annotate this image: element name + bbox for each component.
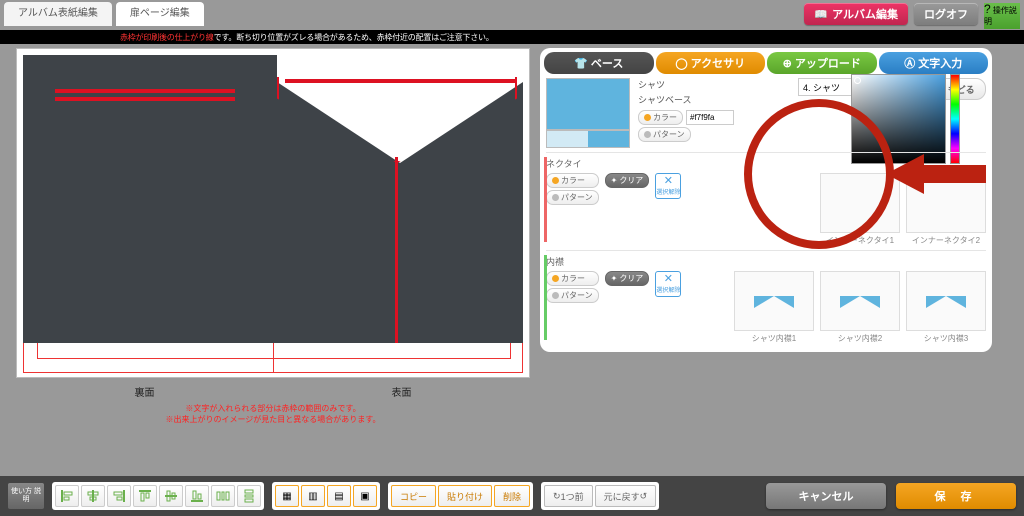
color-picker-hue[interactable] <box>950 74 960 164</box>
layer-tool-group: ▦ ▥ ▤ ▣ <box>272 482 380 510</box>
undo-icon: ↻ <box>553 491 561 502</box>
label-front: 表面 <box>273 384 530 399</box>
collar-pattern-button[interactable]: パターン <box>546 288 599 303</box>
book-icon: 📖 <box>814 8 828 21</box>
collar-deselect[interactable]: ✕選択解除 <box>655 271 681 297</box>
swatch-split[interactable] <box>546 130 630 148</box>
side-panel: 👕ベース ◯アクセサリ ⊕アップロード Ⓐ文字入力 シャツ シ <box>540 48 992 352</box>
redo-button[interactable]: 元に戻す ↺ <box>595 485 657 507</box>
necktie-deselect[interactable]: ✕選択解除 <box>655 173 681 199</box>
picker-cursor[interactable] <box>854 77 861 84</box>
text-icon: Ⓐ <box>904 55 915 71</box>
usage-help-button[interactable]: 使い方 説明 <box>8 483 44 509</box>
color-button[interactable]: カラー <box>638 110 683 125</box>
necktie-thumb-1[interactable] <box>820 173 900 233</box>
tab-base[interactable]: 👕ベース <box>544 52 654 74</box>
tab-cover-edit[interactable]: アルバム表紙編集 <box>4 2 112 26</box>
send-back[interactable]: ▣ <box>353 485 377 507</box>
align-center-h[interactable] <box>81 485 105 507</box>
distribute-v[interactable] <box>237 485 261 507</box>
label-shirt: シャツ <box>638 78 734 91</box>
align-top[interactable] <box>133 485 157 507</box>
collar-thumb-2[interactable] <box>820 271 900 331</box>
circle-icon: ◯ <box>675 57 687 70</box>
front-seam <box>395 157 398 343</box>
edit-tool-group: コピー 貼り付け 削除 <box>388 482 533 510</box>
align-bottom[interactable] <box>185 485 209 507</box>
necktie-clear-button[interactable]: ✦クリア <box>605 173 650 188</box>
collar-thumb-1[interactable] <box>734 271 814 331</box>
hex-input[interactable] <box>686 110 734 125</box>
send-backward[interactable]: ▤ <box>327 485 351 507</box>
label-back: 裏面 <box>16 384 273 399</box>
tab-text[interactable]: Ⓐ文字入力 <box>879 52 989 74</box>
collar-stripe-back-1 <box>55 89 235 93</box>
shirt-icon: 👕 <box>574 57 588 70</box>
bottom-toolbar: 使い方 説明 ▦ ▥ ▤ ▣ コピー 貼り付け 削除 ↻ 1つ前 元に戻す ↺ … <box>0 476 1024 516</box>
tab-door-edit[interactable]: 扉ページ編集 <box>116 2 204 26</box>
collar-stripe-back-2 <box>55 97 235 101</box>
bring-forward[interactable]: ▥ <box>301 485 325 507</box>
paste-button[interactable]: 貼り付け <box>438 485 492 507</box>
warn-1: ※文字が入れられる部分は赤枠の範囲のみです。 <box>16 403 530 414</box>
align-middle-v[interactable] <box>159 485 183 507</box>
distribute-h[interactable] <box>211 485 235 507</box>
swatch-main[interactable] <box>546 78 630 130</box>
pattern-button[interactable]: パターン <box>638 127 691 142</box>
history-tool-group: ↻ 1つ前 元に戻す ↺ <box>541 482 659 510</box>
section-title-necktie: ネクタイ <box>546 157 986 170</box>
collar-clear-button[interactable]: ✦クリア <box>605 271 650 286</box>
copy-button[interactable]: コピー <box>391 485 436 507</box>
align-left[interactable] <box>55 485 79 507</box>
align-tool-group <box>52 482 264 510</box>
upload-icon: ⊕ <box>783 57 792 70</box>
notice-bar: 赤枠が印刷後の仕上がり線 です。断ち切り位置がズレる場合があるため、赤枠付近の配… <box>0 30 1024 44</box>
tab-upload[interactable]: ⊕アップロード <box>767 52 877 74</box>
section-title-collar: 内襟 <box>546 255 986 268</box>
align-right[interactable] <box>107 485 131 507</box>
redo-icon: ↺ <box>640 491 648 502</box>
necktie-thumb-2[interactable] <box>906 173 986 233</box>
color-picker-sv[interactable] <box>851 74 946 164</box>
collar-color-button[interactable]: カラー <box>546 271 599 286</box>
close-icon: ✕ <box>664 176 673 187</box>
sparkle-icon: ✦ <box>611 274 618 283</box>
help-button[interactable]: ? 操作説明 <box>984 3 1020 29</box>
album-edit-button[interactable]: 📖 アルバム編集 <box>804 3 908 25</box>
sparkle-icon: ✦ <box>611 176 618 185</box>
collar-thumb-3[interactable] <box>906 271 986 331</box>
preview-canvas[interactable] <box>16 48 530 378</box>
delete-button[interactable]: 削除 <box>494 485 530 507</box>
close-icon: ✕ <box>664 274 673 285</box>
necktie-color-button[interactable]: カラー <box>546 173 599 188</box>
logoff-button[interactable]: ログオフ <box>914 3 978 25</box>
cancel-button[interactable]: キャンセル <box>766 483 886 509</box>
bring-front[interactable]: ▦ <box>275 485 299 507</box>
question-icon: ? <box>984 2 991 16</box>
tab-accessory[interactable]: ◯アクセサリ <box>656 52 766 74</box>
label-shirtbase: シャツベース <box>638 93 734 106</box>
undo-button[interactable]: ↻ 1つ前 <box>544 485 593 507</box>
necktie-pattern-button[interactable]: パターン <box>546 190 599 205</box>
warn-2: ※出来上がりのイメージが見た目と異なる場合があります。 <box>16 414 530 425</box>
save-button[interactable]: 保 存 <box>896 483 1016 509</box>
